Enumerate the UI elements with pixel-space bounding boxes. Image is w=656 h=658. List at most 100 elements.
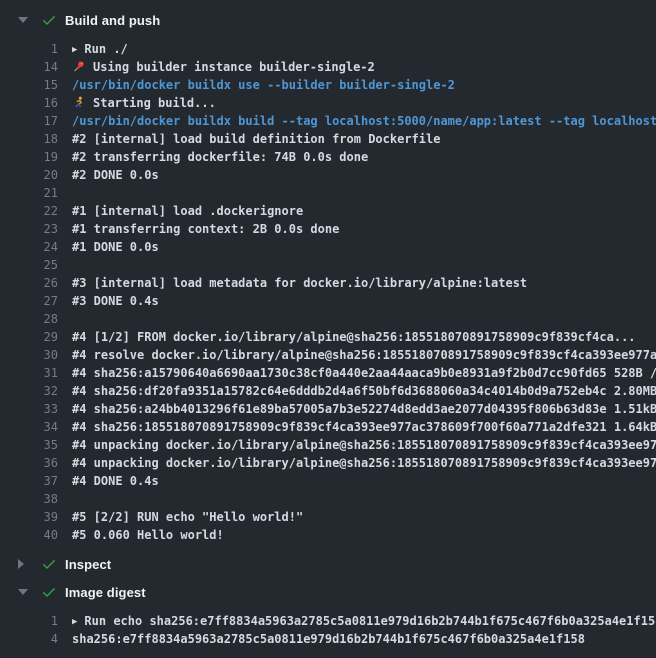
log-line-number[interactable]: 18 [0, 130, 58, 148]
log-line-number[interactable]: 24 [0, 238, 58, 256]
log-line: 29 #4 [1/2] FROM docker.io/library/alpine… [0, 328, 656, 346]
chevron-right-icon[interactable] [18, 559, 24, 569]
check-icon [41, 584, 57, 600]
log-line-number[interactable]: 20 [0, 166, 58, 184]
log-line-text: #3 DONE 0.4s [58, 292, 159, 310]
log-line-text-content: #4 unpacking docker.io/library/alpine@sh… [72, 438, 656, 452]
log-line-text [58, 256, 72, 274]
log-line: 40 #5 0.060 Hello world! [0, 526, 656, 544]
log-line-text-content: #4 sha256:a24bb4013296f61e89ba57005a7b3e… [72, 402, 656, 416]
log-line-number[interactable]: 22 [0, 202, 58, 220]
log-line-text: #5 0.060 Hello world! [58, 526, 224, 544]
log-line-number[interactable]: 34 [0, 418, 58, 436]
log-line-text: #3 [internal] load metadata for docker.i… [58, 274, 527, 292]
log-line-text-content: Run echo sha256:e7ff8834a5963a2785c5a081… [84, 614, 656, 628]
log-line-text-content: sha256:e7ff8834a5963a2785c5a0811e979d16b… [72, 632, 585, 646]
log-line-text-content: #3 [internal] load metadata for docker.i… [72, 276, 527, 290]
log-line-text [58, 490, 72, 508]
pushpin-icon [72, 60, 86, 73]
log-line-text-content: #1 [internal] load .dockerignore [72, 204, 303, 218]
log-line-number[interactable]: 19 [0, 148, 58, 166]
log-line-number[interactable]: 37 [0, 472, 58, 490]
log-line: 31#4 sha256:a15790640a6690aa1730c38cf0a4… [0, 364, 656, 382]
log-line-text: sha256:e7ff8834a5963a2785c5a0811e979d16b… [58, 630, 585, 648]
log-line-text: #4 resolve docker.io/library/alpine@sha2… [58, 346, 656, 364]
log-group-expander-icon[interactable]: ▶ [72, 613, 77, 630]
log-line: 22 #1 [internal] load .dockerignore [0, 202, 656, 220]
log-line-number[interactable]: 21 [0, 184, 58, 202]
section-header-image-digest[interactable]: Image digest [0, 578, 656, 606]
section-title: Inspect [65, 557, 111, 572]
log-line-number[interactable]: 40 [0, 526, 58, 544]
log-line: 36#4 unpacking docker.io/library/alpine@… [0, 454, 656, 472]
log-line-text-content: #5 0.060 Hello world! [72, 528, 224, 542]
log-line-number[interactable]: 16 [0, 94, 58, 112]
log-line: 38 [0, 490, 656, 508]
log-line: 15/usr/bin/docker buildx use --builder b… [0, 76, 656, 94]
log-line-text: #4 sha256:a24bb4013296f61e89ba57005a7b3e… [58, 400, 656, 418]
log-line-text: #4 sha256:df20fa9351a15782c64e6dddb2d4a6… [58, 382, 656, 400]
log-line-number[interactable]: 1 [0, 40, 58, 58]
runner-icon [72, 96, 86, 109]
log-line: 23#1 transferring context: 2B 0.0s done [0, 220, 656, 238]
log-line-text: #4 [1/2] FROM docker.io/library/alpine@s… [58, 328, 636, 346]
log-line-text-content: Starting build... [93, 96, 216, 110]
log-group-line[interactable]: 1 ▶ Run echo sha256:e7ff8834a5963a2785c5a0… [0, 612, 656, 630]
log-line-number[interactable]: 32 [0, 382, 58, 400]
log-line-number[interactable]: 28 [0, 310, 58, 328]
log-line-number[interactable]: 36 [0, 454, 58, 472]
section-header-inspect[interactable]: Inspect [0, 550, 656, 578]
section-lines-image-digest: 1 ▶ Run echo sha256:e7ff8834a5963a2785c5a0… [0, 612, 656, 648]
log-line-text-content: #4 sha256:df20fa9351a15782c64e6dddb2d4a6… [72, 384, 656, 398]
log-line-text: #4 sha256:a15790640a6690aa1730c38cf0a440… [58, 364, 656, 382]
log-line: 39#5 [2/2] RUN echo "Hello world!" [0, 508, 656, 526]
log-line-number[interactable]: 1 [0, 612, 58, 630]
log-line: 21 [0, 184, 656, 202]
log-line-number[interactable]: 27 [0, 292, 58, 310]
chevron-down-icon[interactable] [18, 589, 28, 595]
log-line: 26 #3 [internal] load metadata for docker… [0, 274, 656, 292]
log-line-number[interactable]: 38 [0, 490, 58, 508]
log-line-number[interactable]: 26 [0, 274, 58, 292]
check-icon [41, 12, 57, 28]
log-line: 17/usr/bin/docker buildx build --tag loc… [0, 112, 656, 130]
section-lines-build-and-push: 1 ▶ Run ./ 14Using builder instance builder… [0, 40, 656, 544]
log-group-line[interactable]: 1 ▶ Run ./ [0, 40, 656, 58]
log-line: 33 #4 sha256:a24bb4013296f61e89ba57005a7b… [0, 400, 656, 418]
log-line-number[interactable]: 4 [0, 630, 58, 648]
log-line-number[interactable]: 29 [0, 328, 58, 346]
log-line-number[interactable]: 30 [0, 346, 58, 364]
log-line-number[interactable]: 39 [0, 508, 58, 526]
section-header-build-and-push[interactable]: Build and push [0, 6, 656, 34]
log-line-number[interactable]: 35 [0, 436, 58, 454]
log-group-expander-icon[interactable]: ▶ [72, 41, 77, 58]
log-line-number[interactable]: 31 [0, 364, 58, 382]
log-line-number[interactable]: 23 [0, 220, 58, 238]
log-line: 14Using builder instance builder-single-… [0, 58, 656, 76]
log-line: 32 #4 sha256:df20fa9351a15782c64e6dddb2d4… [0, 382, 656, 400]
log-line: 37#4 DONE 0.4s [0, 472, 656, 490]
log-line: 28 [0, 310, 656, 328]
log-section-image-digest: Image digest 1 ▶ Run echo sha256:e7ff8834a5… [0, 578, 656, 648]
log-line: 20#2 DONE 0.0s [0, 166, 656, 184]
log-line-number[interactable]: 17 [0, 112, 58, 130]
log-line: 16 Starting build... [0, 94, 656, 112]
log-line-number[interactable]: 14 [0, 58, 58, 76]
log-line: 24 #1 DONE 0.0s [0, 238, 656, 256]
log-line-text [58, 310, 72, 328]
log-line-text: #4 unpacking docker.io/library/alpine@sh… [58, 436, 656, 454]
log-line-text: #2 DONE 0.0s [58, 166, 159, 184]
log-line-number[interactable]: 15 [0, 76, 58, 94]
log-line-text-content: /usr/bin/docker buildx build --tag local… [72, 114, 656, 128]
log-line-text-content: Run ./ [84, 42, 127, 56]
log-line-number[interactable]: 33 [0, 400, 58, 418]
log-line-text: #1 DONE 0.0s [58, 238, 159, 256]
log-line-text-content: #4 resolve docker.io/library/alpine@sha2… [72, 348, 656, 362]
log-line: 30 #4 resolve docker.io/library/alpine@sh… [0, 346, 656, 364]
log-line-text: ▶ Run ./ [58, 40, 128, 58]
log-line-text-content: #4 [1/2] FROM docker.io/library/alpine@s… [72, 330, 636, 344]
chevron-down-icon[interactable] [18, 17, 28, 23]
log-line-number[interactable]: 25 [0, 256, 58, 274]
log-line-text-content: #1 DONE 0.0s [72, 240, 159, 254]
log-line: 18#2 [internal] load build definition fr… [0, 130, 656, 148]
